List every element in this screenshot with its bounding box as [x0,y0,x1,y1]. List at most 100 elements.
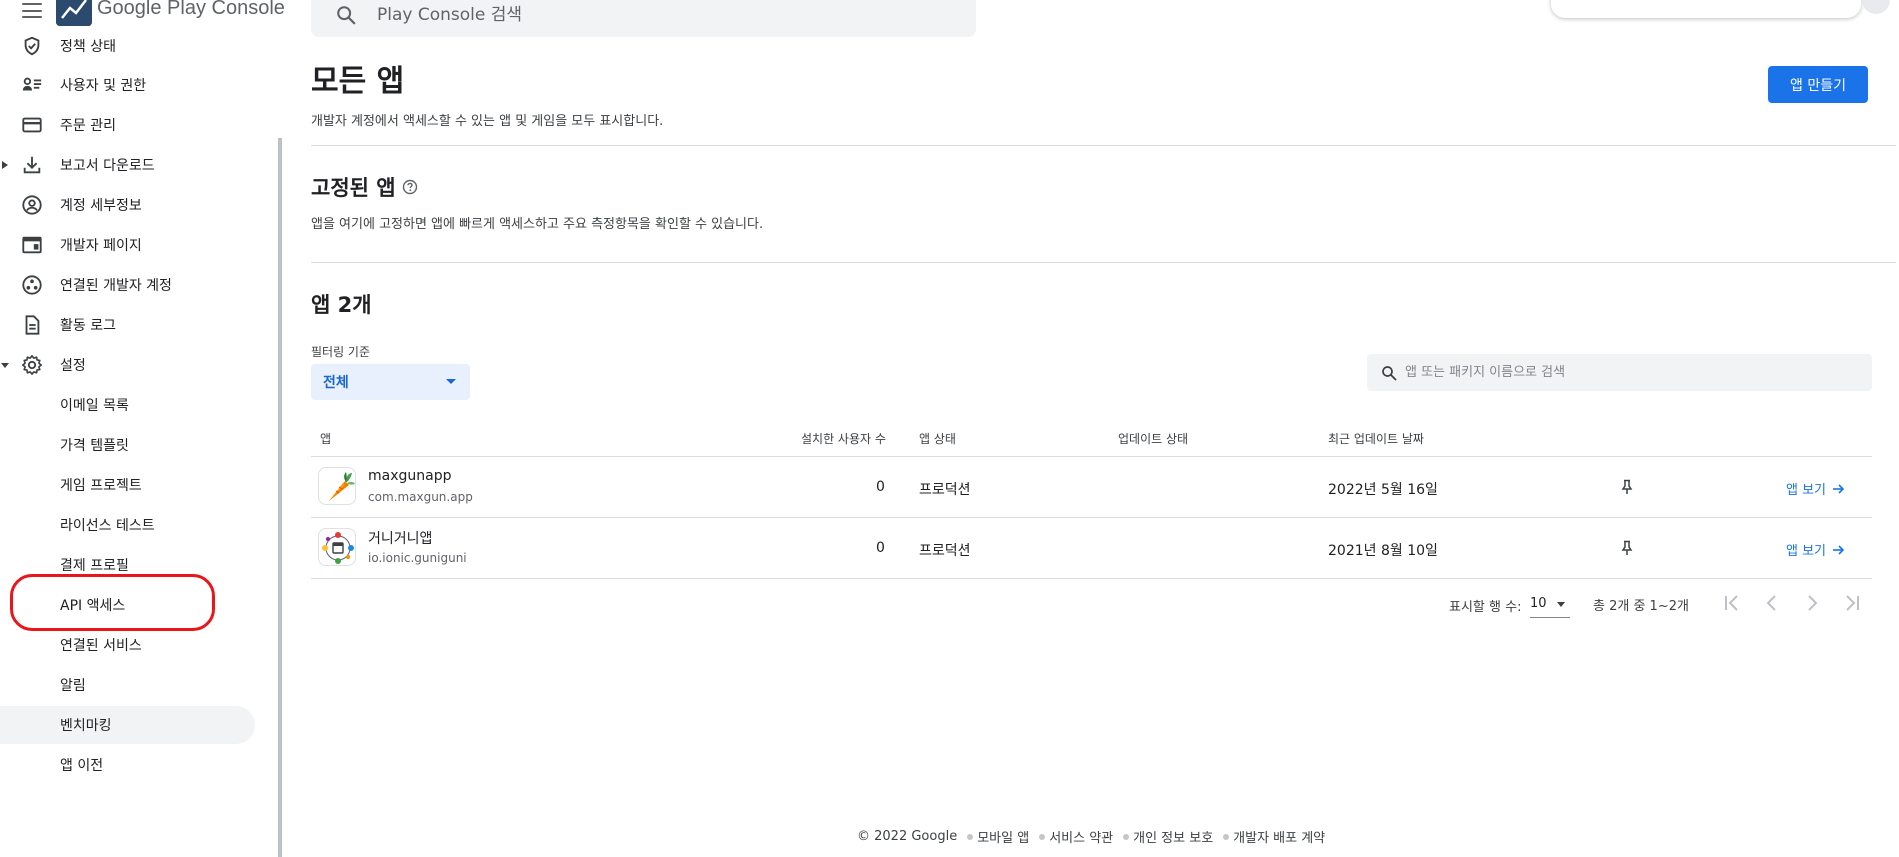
highlight-annotation [10,574,215,631]
filter-selected-value: 전체 [323,375,349,391]
footer-link-mobile-app[interactable]: 모바일 앱 [977,827,1029,846]
help-icon[interactable] [402,179,418,195]
view-app-label: 앱 보기 [1786,483,1827,498]
network-app-icon [318,528,356,566]
sidebar: 정책 상태 사용자 및 권한 주문 관리 보고서 다운로드 계정 세부정보 개발… [0,0,282,857]
account-avatar[interactable] [1862,0,1890,14]
shield-check-icon [24,36,40,56]
gear-icon [22,355,42,375]
app-package: io.ionic.guniguni [368,551,467,565]
console-search-box[interactable] [311,0,976,37]
app-search-input[interactable] [1405,365,1855,380]
sidebar-subitem-app-transfer[interactable]: 앱 이전 [0,746,255,784]
divider [311,145,1896,146]
arrow-right-icon [1833,483,1845,494]
pinned-apps-title: 고정된 앱 [311,176,396,200]
sidebar-subitem-label: 연결된 서비스 [60,638,142,654]
sidebar-subitem-benchmarking[interactable]: 벤치마킹 [0,706,255,744]
sidebar-subitem-label: 게임 프로젝트 [60,478,142,494]
sidebar-scrollbar[interactable] [278,138,282,857]
column-header-installs[interactable]: 설치한 사용자 수 [801,430,886,447]
last-page-icon[interactable] [1841,592,1863,614]
footer-link-terms[interactable]: 서비스 약관 [1049,827,1113,846]
top-bar: Google Play Console [0,0,1899,40]
view-app-link[interactable]: 앱 보기 [1786,540,1845,559]
expand-arrow-icon[interactable] [0,158,10,172]
pinned-apps-section-title: 고정된 앱 [311,172,418,202]
sidebar-subitem-license-testing[interactable]: 라이선스 테스트 [0,506,255,544]
sidebar-item-label: 활동 로그 [60,318,116,334]
app-name[interactable]: maxgunapp [368,468,452,484]
filter-dropdown[interactable]: 전체 [311,364,470,400]
installs-value: 0 [876,540,885,556]
footer-copyright: © 2022 Google [857,829,958,844]
table-divider [311,578,1872,579]
sidebar-subitem-label: 결제 프로필 [60,558,129,574]
pagination-range: 총 2개 중 1~2개 [1593,599,1689,614]
sidebar-subitem-pricing-templates[interactable]: 가격 템플릿 [0,426,255,464]
collapse-arrow-icon[interactable] [0,358,10,372]
column-header-app-status[interactable]: 앱 상태 [919,430,956,447]
last-updated-value: 2022년 5월 16일 [1328,482,1438,498]
download-icon [23,156,41,174]
column-header-app[interactable]: 앱 [320,430,331,447]
app-package: com.maxgun.app [368,490,473,504]
arrow-right-icon [1833,544,1845,555]
credit-card-icon [22,117,42,133]
divider [311,262,1896,263]
sidebar-item-label: 계정 세부정보 [60,198,142,214]
column-header-update-status[interactable]: 업데이트 상태 [1118,430,1188,447]
last-updated-value: 2021년 8월 10일 [1328,543,1438,559]
app-status-value: 프로덕션 [919,482,971,498]
footer-separator [1223,833,1230,840]
sidebar-item-label: 정책 상태 [60,39,116,55]
pinned-apps-description: 앱을 여기에 고정하면 앱에 빠르게 액세스하고 주요 측정항목을 확인할 수 … [311,217,764,232]
app-name[interactable]: 거니거니앱 [368,528,432,548]
table-divider [311,456,1872,457]
filter-label: 필터링 기준 [311,345,371,359]
sidebar-subitem-notifications[interactable]: 알림 [0,666,255,704]
document-icon [25,315,40,335]
column-header-last-updated[interactable]: 최근 업데이트 날짜 [1328,430,1424,447]
footer-link-distribution-agreement[interactable]: 개발자 배포 계약 [1233,827,1325,846]
linked-accounts-icon [22,275,42,295]
prev-page-icon[interactable] [1761,592,1783,614]
account-circle-icon [22,195,42,215]
apps-count-title: 앱 2개 [311,293,372,317]
sidebar-subitem-label: 알림 [60,678,86,694]
sidebar-subitem-linked-services[interactable]: 연결된 서비스 [0,626,255,664]
web-page-icon [22,236,42,254]
sidebar-subitem-game-projects[interactable]: 게임 프로젝트 [0,466,255,504]
footer-separator [967,833,974,840]
app-status-value: 프로덕션 [919,543,971,559]
create-app-button[interactable]: 앱 만들기 [1768,66,1868,103]
console-search-input[interactable] [377,4,937,25]
first-page-icon[interactable] [1721,592,1743,614]
view-app-label: 앱 보기 [1786,544,1827,559]
pin-icon[interactable] [1620,540,1634,556]
sidebar-item-label: 주문 관리 [60,118,116,134]
caret-down-icon [1557,602,1565,607]
rows-per-page-label: 표시할 행 수: [1449,600,1522,615]
view-app-link[interactable]: 앱 보기 [1786,479,1845,498]
sidebar-item-label: 개발자 페이지 [60,238,142,254]
rows-per-page-value: 10 [1530,596,1547,611]
sidebar-item-label: 연결된 개발자 계정 [60,278,172,294]
people-list-icon [22,77,42,91]
carrot-icon [318,467,356,505]
footer-link-privacy[interactable]: 개인 정보 보호 [1133,827,1213,846]
sidebar-item-label: 사용자 및 권한 [60,78,147,94]
app-search-box[interactable] [1367,354,1872,391]
sidebar-item-label: 설정 [60,358,86,374]
page-title: 모든 앱 [311,64,405,99]
sidebar-subitem-label: 가격 템플릿 [60,438,129,454]
notification-popup [1551,0,1861,18]
caret-down-icon [446,379,456,384]
footer-separator [1039,833,1046,840]
rows-per-page-select[interactable]: 10 [1530,590,1570,618]
search-icon [1382,365,1397,380]
pin-icon[interactable] [1620,479,1634,495]
sidebar-subitem-label: 앱 이전 [60,758,104,774]
next-page-icon[interactable] [1801,592,1823,614]
sidebar-subitem-email-lists[interactable]: 이메일 목록 [0,386,255,424]
